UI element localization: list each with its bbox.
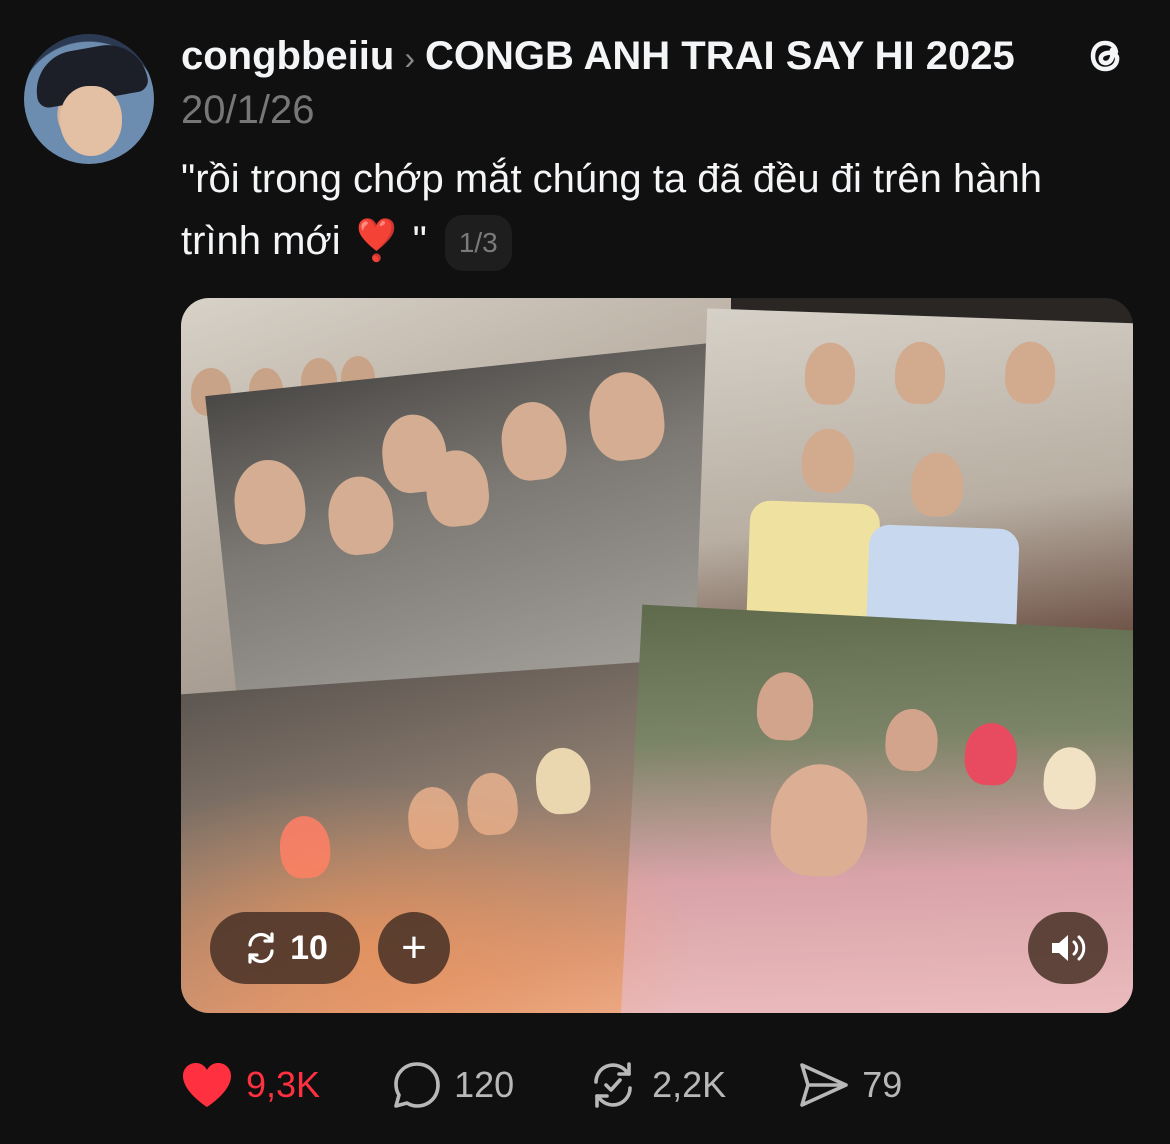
avatar[interactable]	[24, 34, 154, 164]
share-icon	[800, 1063, 849, 1107]
like-count: 9,3K	[246, 1064, 321, 1105]
chevron-right-icon: ›	[404, 40, 415, 76]
speaker-icon	[1052, 935, 1086, 961]
media-counter: 1/3	[444, 215, 512, 272]
repost-button[interactable]: 2,2K	[586, 1060, 726, 1110]
share-button[interactable]: 79	[798, 1060, 902, 1110]
post-date: 20/1/26	[181, 88, 315, 132]
repost-icon	[248, 932, 274, 964]
like-button[interactable]: 9,3K	[180, 1061, 320, 1109]
repost-count: 2,2K	[652, 1064, 727, 1105]
share-count: 79	[862, 1064, 903, 1105]
threads-logo-icon[interactable]	[1080, 30, 1132, 82]
comment-button[interactable]: 120	[392, 1060, 514, 1110]
plus-button[interactable]: +	[378, 912, 450, 984]
media-collage[interactable]: 10 +	[181, 298, 1133, 1013]
media-repost-count: 10	[290, 928, 328, 967]
repost-icon	[594, 1062, 632, 1108]
post-header: congbbeiiu › CONGB ANH TRAI SAY HI 2025 20…	[181, 30, 1041, 136]
avatar-face	[60, 86, 122, 156]
media-repost-button[interactable]: 10	[210, 912, 360, 984]
action-bar: 9,3K 120 2,2K 79	[180, 1058, 974, 1112]
comment-icon	[394, 1062, 440, 1108]
username[interactable]: congbbeiiu	[181, 34, 394, 78]
comment-count: 120	[454, 1064, 515, 1105]
heart-icon	[183, 1063, 231, 1107]
sound-toggle-button[interactable]	[1028, 912, 1108, 984]
plus-icon: +	[401, 923, 427, 972]
caption-text: "rồi trong chớp mắt chúng ta đã đều đi t…	[181, 157, 1042, 263]
community-name[interactable]: CONGB ANH TRAI SAY HI 2025	[425, 34, 1015, 78]
post-caption: "rồi trong chớp mắt chúng ta đã đều đi t…	[181, 148, 1111, 272]
